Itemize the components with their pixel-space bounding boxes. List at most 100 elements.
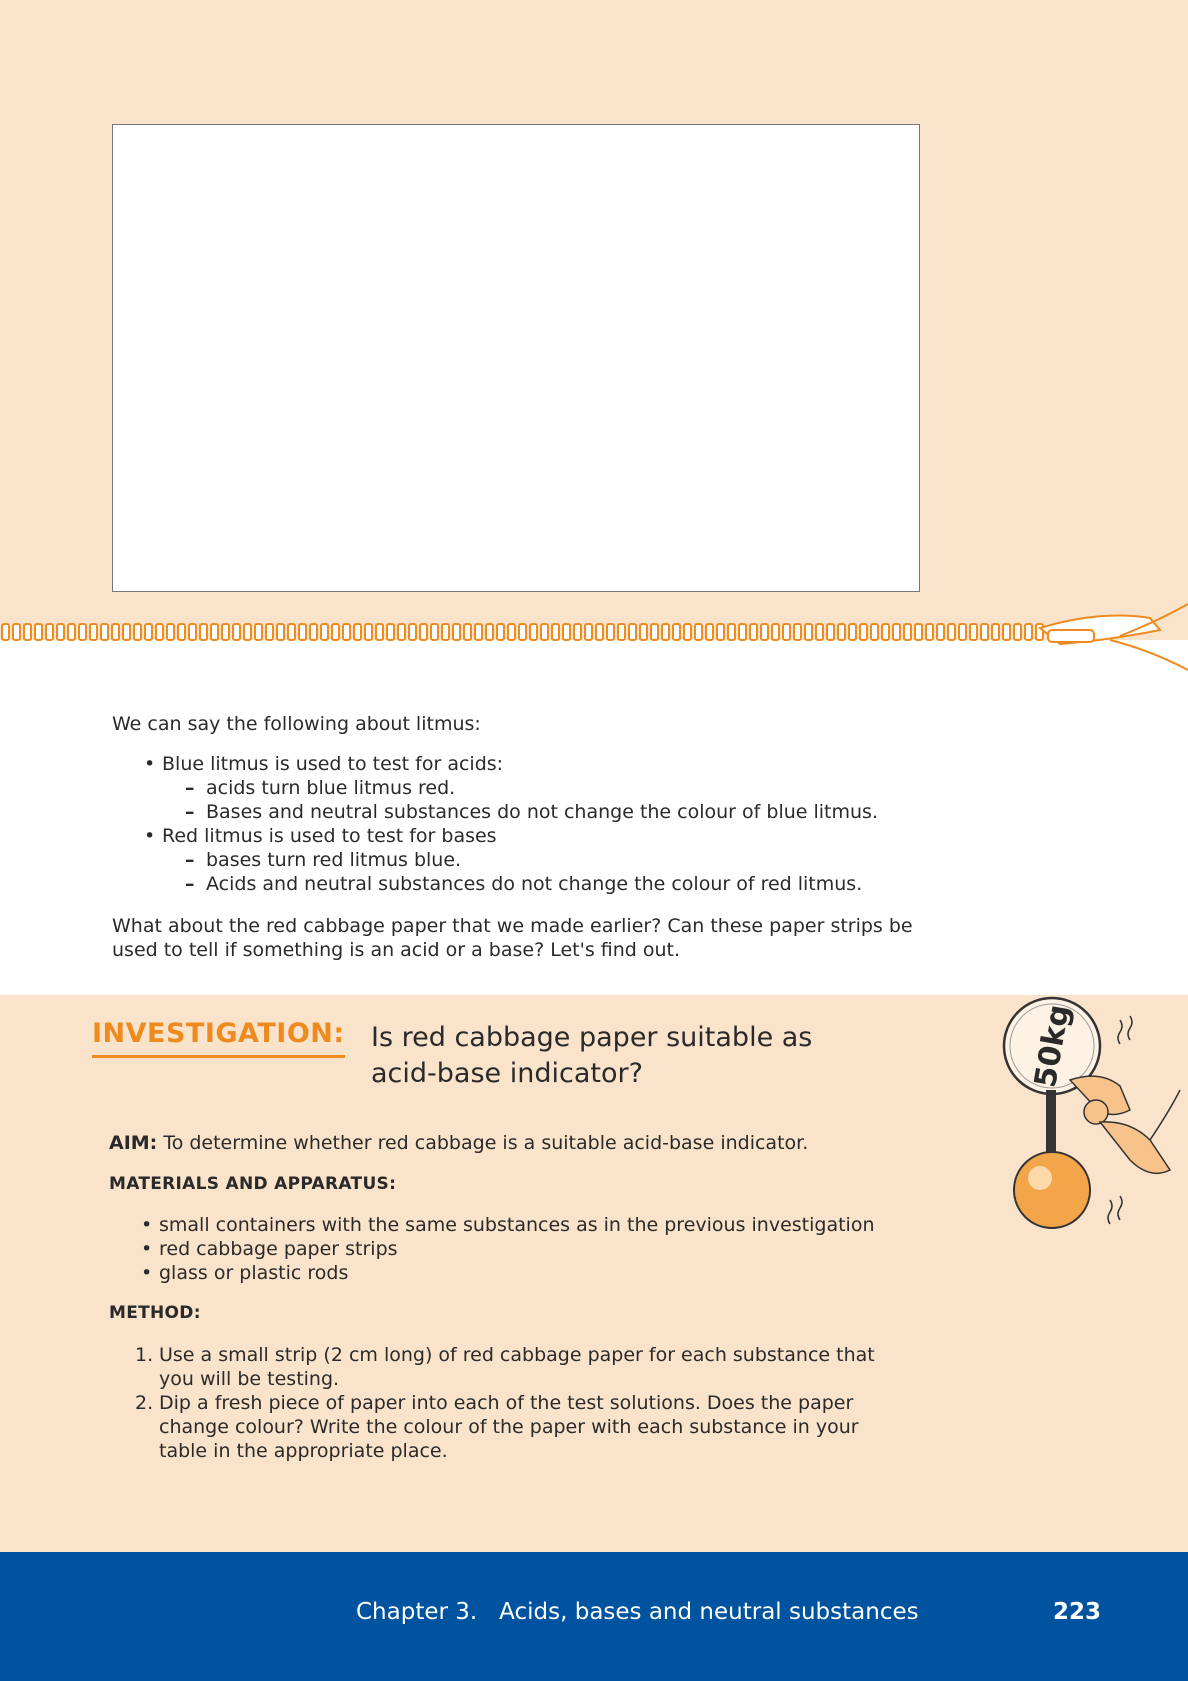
- zipper-tooth: [100, 623, 109, 641]
- method-step: 1. Use a small strip (2 cm long) of red …: [132, 1343, 912, 1391]
- zipper-tooth: [540, 623, 549, 641]
- zipper-tooth: [551, 623, 560, 641]
- zipper-tooth: [969, 623, 978, 641]
- list-item: red cabbage paper strips: [137, 1237, 957, 1261]
- zipper-tooth: [562, 623, 571, 641]
- zipper-tooth: [628, 623, 637, 641]
- zipper-tooth: [89, 623, 98, 641]
- zipper-tooth: [716, 623, 725, 641]
- litmus-bullet-list: Blue litmus is used to test for acids: a…: [140, 752, 940, 896]
- zipper-tooth: [111, 623, 120, 641]
- litmus-intro: We can say the following about litmus:: [112, 713, 481, 735]
- zipper-tooth: [606, 623, 615, 641]
- zipper-tooth: [870, 623, 879, 641]
- zipper-tooth: [133, 623, 142, 641]
- zipper-tooth: [573, 623, 582, 641]
- zipper-tooth: [276, 623, 285, 641]
- zipper-tooth: [56, 623, 65, 641]
- zipper-divider-graphic: [0, 600, 1188, 671]
- zipper-tooth: [936, 623, 945, 641]
- zipper-tooth: [452, 623, 461, 641]
- step-number: 2.: [135, 1392, 154, 1414]
- zipper-tooth: [221, 623, 230, 641]
- investigation-label: INVESTIGATION:: [92, 1018, 345, 1058]
- zipper-tooth: [474, 623, 483, 641]
- zipper-tooth: [529, 623, 538, 641]
- list-item: Blue litmus is used to test for acids: a…: [140, 752, 940, 824]
- zipper-tooth: [760, 623, 769, 641]
- bullet-text: Blue litmus is used to test for acids:: [162, 753, 504, 775]
- zipper-tooth: [485, 623, 494, 641]
- zipper-tooth: [177, 623, 186, 641]
- cabbage-question-paragraph: What about the red cabbage paper that we…: [112, 915, 913, 961]
- zipper-tooth: [78, 623, 87, 641]
- zipper-tooth: [947, 623, 956, 641]
- zipper-tooth: [23, 623, 32, 641]
- chapter-title: Chapter 3. Acids, bases and neutral subs…: [356, 1599, 919, 1625]
- zipper-tooth: [793, 623, 802, 641]
- aim-statement: AIM: To determine whether red cabbage is…: [109, 1131, 949, 1155]
- zipper-tooth: [287, 623, 296, 641]
- zipper-tooth: [705, 623, 714, 641]
- zipper-tooth: [1024, 623, 1033, 641]
- zipper-tooth: [881, 623, 890, 641]
- materials-list: small containers with the same substance…: [137, 1213, 957, 1285]
- list-item: acids turn blue litmus red.: [184, 776, 940, 800]
- zipper-tooth: [991, 623, 1000, 641]
- zipper-tooth: [958, 623, 967, 641]
- investigation-title-line: Is red cabbage paper suitable as: [371, 1022, 813, 1053]
- list-item: Red litmus is used to test for bases bas…: [140, 824, 940, 896]
- method-heading: METHOD:: [109, 1303, 201, 1323]
- aim-label: AIM:: [109, 1132, 158, 1154]
- zipper-tooth: [727, 623, 736, 641]
- zipper-tooth: [463, 623, 472, 641]
- sub-list: acids turn blue litmus red. Bases and ne…: [184, 776, 940, 824]
- zipper-tooth: [617, 623, 626, 641]
- zipper-tooth: [815, 623, 824, 641]
- materials-heading: MATERIALS AND APPARATUS:: [109, 1174, 397, 1194]
- zipper-tooth: [144, 623, 153, 641]
- zipper-tooth: [859, 623, 868, 641]
- list-item: small containers with the same substance…: [137, 1213, 957, 1237]
- zipper-tooth: [1013, 623, 1022, 641]
- zipper-tooth: [837, 623, 846, 641]
- zipper-tooth: [397, 623, 406, 641]
- zipper-tooth: [265, 623, 274, 641]
- zipper-tooth: [771, 623, 780, 641]
- zipper-tooth: [408, 623, 417, 641]
- zipper-tooth: [441, 623, 450, 641]
- zipper-tooth: [595, 623, 604, 641]
- zipper-tooth: [199, 623, 208, 641]
- zipper-tooth: [650, 623, 659, 641]
- method-list: 1. Use a small strip (2 cm long) of red …: [132, 1343, 912, 1463]
- zipper-tooth: [342, 623, 351, 641]
- step-number: 1.: [135, 1344, 154, 1366]
- zipper-tooth: [45, 623, 54, 641]
- zipper-tooth: [694, 623, 703, 641]
- zipper-tooth: [496, 623, 505, 641]
- zipper-tooth: [122, 623, 131, 641]
- zipper-tooth: [166, 623, 175, 641]
- aim-text: To determine whether red cabbage is a su…: [157, 1132, 809, 1154]
- list-item: bases turn red litmus blue.: [184, 848, 940, 872]
- zipper-tooth: [364, 623, 373, 641]
- zipper-tooth: [683, 623, 692, 641]
- zipper-tooth: [320, 623, 329, 641]
- zipper-tooth: [903, 623, 912, 641]
- zipper-tooth: [661, 623, 670, 641]
- zipper-tooth: [254, 623, 263, 641]
- zipper-tooth: [188, 623, 197, 641]
- zipper-tooth: [430, 623, 439, 641]
- bullet-text: Red litmus is used to test for bases: [162, 825, 497, 847]
- zipper-tooth: [155, 623, 164, 641]
- list-item: Acids and neutral substances do not chan…: [184, 872, 940, 896]
- zipper-tooth: [925, 623, 934, 641]
- zipper-tooth: [12, 623, 21, 641]
- zipper-tooth: [738, 623, 747, 641]
- zipper-tooth: [639, 623, 648, 641]
- page-number: 223: [1053, 1599, 1102, 1625]
- investigation-title-line: acid-base indicator?: [371, 1058, 643, 1089]
- zipper-tooth: [353, 623, 362, 641]
- zipper-tooth: [749, 623, 758, 641]
- zipper-tooth: [298, 623, 307, 641]
